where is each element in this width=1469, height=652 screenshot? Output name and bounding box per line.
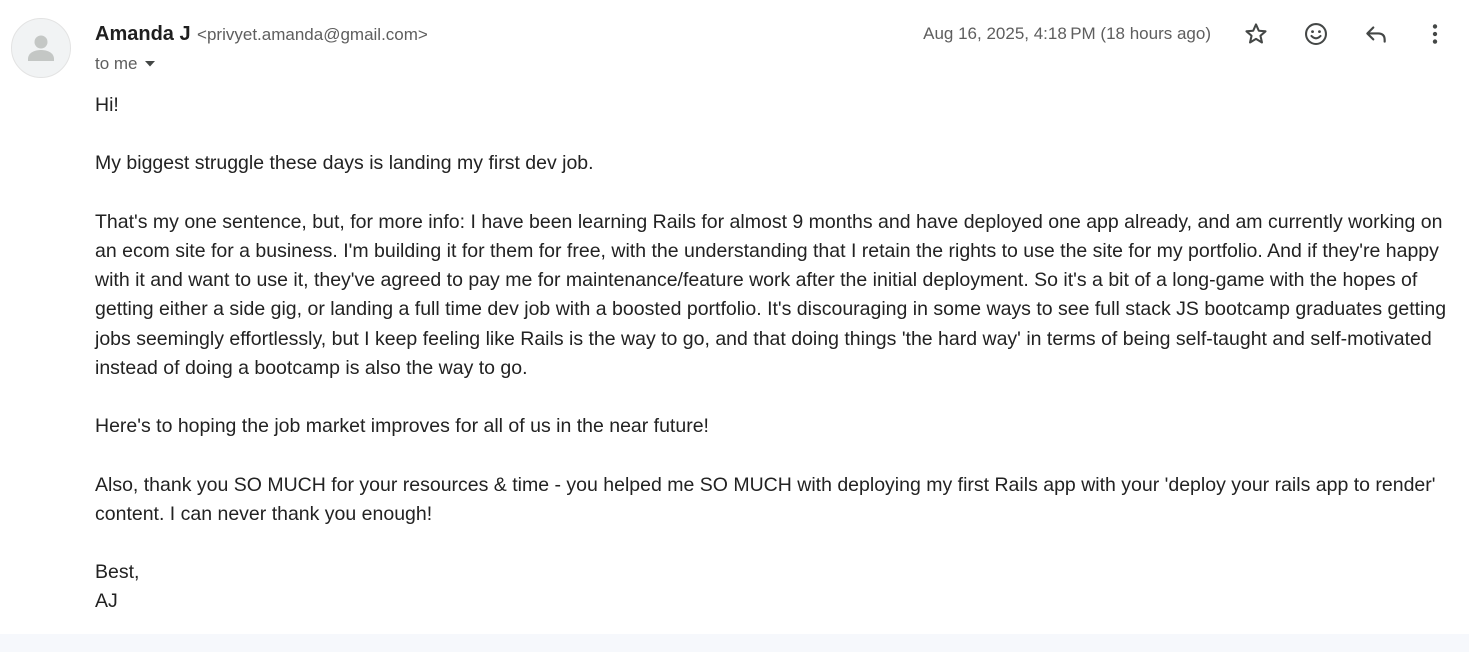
reply-icon <box>1366 26 1386 43</box>
thread-footer-divider <box>0 634 1469 652</box>
sender-line: Amanda J <privyet.amanda@gmail.com> <box>95 21 428 49</box>
star-button[interactable] <box>1240 18 1272 50</box>
body-signature: AJ <box>95 590 118 613</box>
body-paragraph: That's my one sentence, but, for more in… <box>95 210 1447 379</box>
email-message: Amanda J <privyet.amanda@gmail.com> to m… <box>0 0 1469 634</box>
sender-name[interactable]: Amanda J <box>95 23 191 45</box>
body-paragraph: Also, thank you SO MUCH for your resourc… <box>95 473 1436 525</box>
add-reaction-button[interactable] <box>1300 18 1332 50</box>
star-icon <box>1245 23 1267 44</box>
message-body: Hi! My biggest struggle these days is la… <box>95 91 1455 617</box>
default-avatar-icon <box>28 35 54 61</box>
message-timestamp: Aug 16, 2025, 4:18 PM (18 hours ago) <box>923 24 1211 43</box>
body-signoff: Best, <box>95 561 140 584</box>
more-vertical-icon <box>1432 24 1438 44</box>
caret-down-icon <box>144 51 156 75</box>
sender-avatar[interactable] <box>11 18 71 78</box>
more-options-button[interactable] <box>1419 18 1451 50</box>
emoji-reaction-icon <box>1305 23 1327 45</box>
reply-button[interactable] <box>1360 18 1392 50</box>
sender-email[interactable]: <privyet.amanda@gmail.com> <box>197 25 428 44</box>
body-paragraph: My biggest struggle these days is landin… <box>95 152 594 175</box>
body-paragraph: Here's to hoping the job market improves… <box>95 415 709 438</box>
body-greeting: Hi! <box>95 94 119 116</box>
recipient-details-toggle[interactable]: to me <box>95 52 156 76</box>
recipient-label: to me <box>95 54 138 73</box>
